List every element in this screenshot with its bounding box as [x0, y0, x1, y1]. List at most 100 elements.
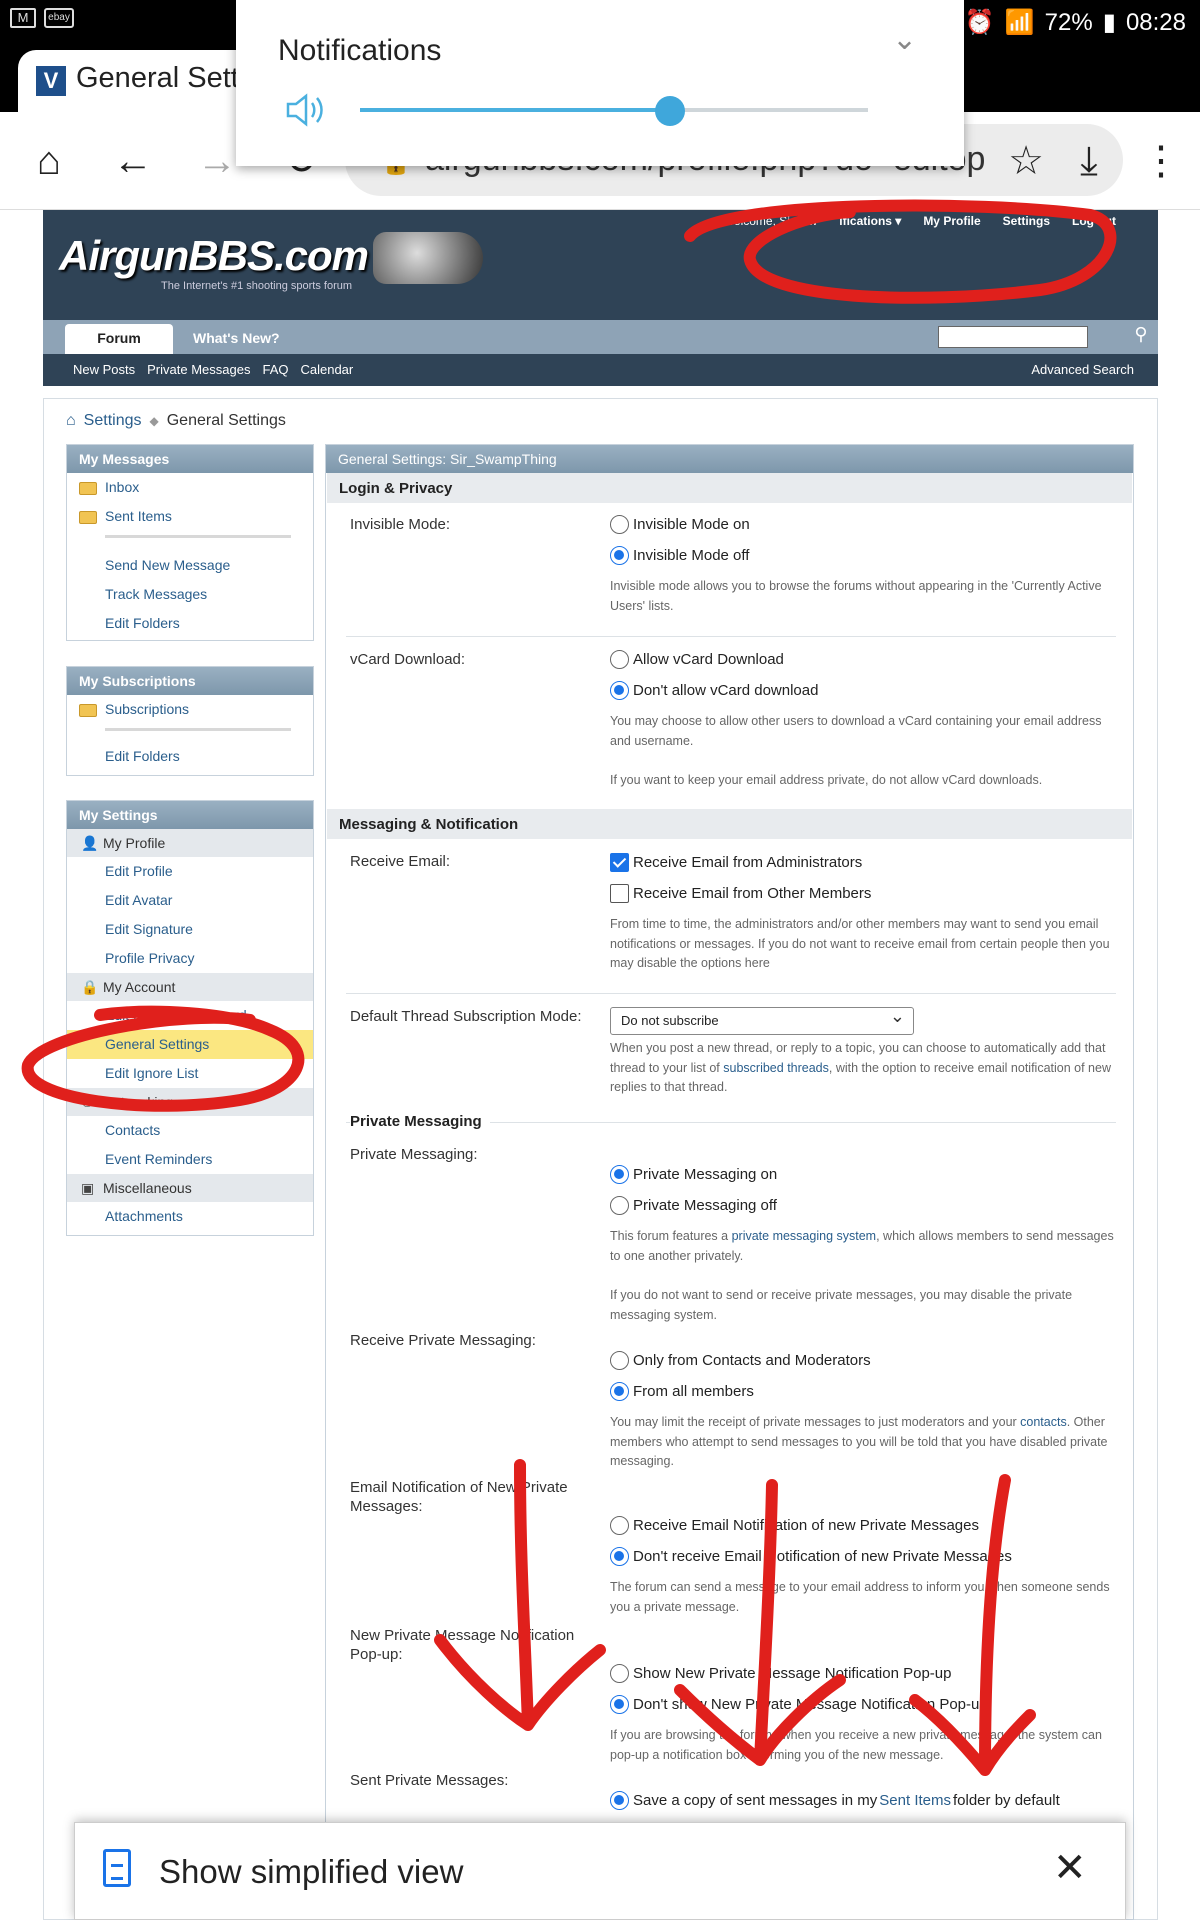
speaker-icon[interactable]: [284, 88, 328, 132]
divider: [67, 724, 313, 736]
save-sent-option[interactable]: Save a copy of sent messages in my Sent …: [610, 1791, 1060, 1810]
radio-icon[interactable]: [610, 1196, 629, 1215]
sidebar-item-profile-privacy[interactable]: Profile Privacy: [67, 944, 313, 973]
sidebar-item-edit-sub-folders[interactable]: Edit Folders: [67, 742, 313, 771]
radio-icon[interactable]: [610, 1547, 629, 1566]
pellet-logo-icon: [373, 232, 483, 284]
radio-icon[interactable]: [610, 546, 629, 565]
radio-icon[interactable]: [610, 1351, 629, 1370]
home-icon[interactable]: ⌂: [24, 136, 74, 186]
pm-off-option[interactable]: Private Messaging off: [610, 1196, 777, 1215]
breadcrumb-settings[interactable]: Settings: [84, 412, 142, 430]
sidebar-item-general-settings[interactable]: General Settings: [67, 1030, 313, 1059]
checkbox-icon[interactable]: [610, 884, 629, 903]
radio-icon[interactable]: [610, 515, 629, 534]
my-profile-link[interactable]: My Profile: [923, 214, 980, 228]
sidebar-item-edit-profile[interactable]: Edit Profile: [67, 857, 313, 886]
sidebar-item-ignore-list[interactable]: Edit Ignore List: [67, 1059, 313, 1088]
radio-icon[interactable]: [610, 1516, 629, 1535]
checkbox-icon[interactable]: [610, 853, 629, 872]
email-desc: From time to time, the administrators an…: [610, 917, 1110, 970]
faq-link[interactable]: FAQ: [262, 362, 288, 377]
tab-title: General Setti: [76, 62, 246, 94]
sidebar-item-edit-avatar[interactable]: Edit Avatar: [67, 886, 313, 915]
site-favicon-icon: V: [36, 66, 66, 96]
sidebar-item-event-reminders[interactable]: Event Reminders: [67, 1145, 313, 1174]
site-search-input[interactable]: [938, 326, 1088, 348]
volume-fill: [360, 108, 670, 112]
sidebar-item-sent[interactable]: Sent Items: [67, 502, 313, 531]
sidebar-subscriptions-title: My Subscriptions: [67, 667, 313, 695]
star-icon[interactable]: ☆: [996, 136, 1056, 186]
pm-system-link[interactable]: private messaging system: [732, 1229, 877, 1243]
vcard-deny-option[interactable]: Don't allow vCard download: [610, 681, 818, 700]
divider: [346, 993, 1116, 994]
sidebar-item-send-new[interactable]: Send New Message: [67, 551, 313, 580]
subscribed-threads-link[interactable]: subscribed threads: [723, 1061, 829, 1075]
volume-slider-thumb[interactable]: [654, 96, 685, 126]
vcard-allow-option[interactable]: Allow vCard Download: [610, 650, 784, 669]
popup-on-option[interactable]: Show New Private Message Notification Po…: [610, 1664, 952, 1683]
sidebar-item-edit-signature[interactable]: Edit Signature: [67, 915, 313, 944]
sidebar-item-attachments[interactable]: Attachments: [67, 1202, 313, 1231]
sidebar-item-contacts[interactable]: Contacts: [67, 1116, 313, 1145]
advanced-search-link[interactable]: Advanced Search: [1031, 362, 1134, 377]
site-logo[interactable]: AirgunBBS.com: [59, 232, 369, 280]
notifications-link[interactable]: ifications ▾: [839, 214, 901, 228]
radio-icon[interactable]: [610, 1695, 629, 1714]
private-messages-link[interactable]: Private Messages: [147, 362, 250, 377]
more-icon[interactable]: ⋮: [1136, 136, 1186, 186]
forward-icon[interactable]: →: [192, 136, 242, 186]
calendar-link[interactable]: Calendar: [300, 362, 353, 377]
tab-whats-new[interactable]: What's New?: [181, 324, 292, 354]
settings-link[interactable]: Settings: [1003, 214, 1050, 228]
sidebar-messages: My Messages Inbox Sent Items Send New Me…: [66, 444, 314, 641]
contacts-link[interactable]: contacts: [1020, 1415, 1067, 1429]
sidebar-item-email-password[interactable]: Edit Email & Password: [67, 1001, 313, 1030]
back-icon[interactable]: ←: [108, 136, 158, 186]
sidebar-item-edit-folders[interactable]: Edit Folders: [67, 609, 313, 638]
alarm-icon: ⏰: [964, 9, 995, 36]
pm-on-option[interactable]: Private Messaging on: [610, 1165, 777, 1184]
home-icon[interactable]: ⌂: [66, 412, 76, 430]
invisible-on-option[interactable]: Invisible Mode on: [610, 515, 750, 534]
chevron-down-icon[interactable]: ⌄: [892, 22, 917, 57]
radio-icon[interactable]: [610, 1165, 629, 1184]
welcome-text: Welcome, Sir_Sw: [722, 214, 818, 228]
popup-off-option[interactable]: Don't show New Private Message Notificat…: [610, 1695, 988, 1714]
recv-contacts-option[interactable]: Only from Contacts and Moderators: [610, 1351, 871, 1370]
new-posts-link[interactable]: New Posts: [73, 362, 135, 377]
tab-forum[interactable]: Forum: [65, 324, 173, 354]
close-icon[interactable]: ✕: [1053, 1845, 1087, 1891]
settings-panel: General Settings: Sir_SwampThing Login &…: [325, 444, 1134, 1920]
divider: [67, 531, 313, 543]
search-icon[interactable]: ⚲: [1128, 324, 1154, 350]
sidebar-item-track[interactable]: Track Messages: [67, 580, 313, 609]
email-members-option[interactable]: Receive Email from Other Members: [610, 884, 871, 903]
radio-icon[interactable]: [610, 650, 629, 669]
sent-items-link[interactable]: Sent Items: [879, 1792, 951, 1809]
invisible-off-option[interactable]: Invisible Mode off: [610, 546, 749, 565]
radio-icon[interactable]: [610, 1382, 629, 1401]
wifi-icon: 📶: [1004, 9, 1035, 36]
sidebar-item-inbox[interactable]: Inbox: [67, 473, 313, 502]
radio-icon[interactable]: [610, 681, 629, 700]
site-header: AirgunBBS.com The Internet's #1 shooting…: [43, 210, 1158, 320]
simplified-view-bar[interactable]: Show simplified view ✕: [74, 1822, 1126, 1920]
radio-icon[interactable]: [610, 1791, 629, 1810]
recv-all-option[interactable]: From all members: [610, 1382, 754, 1401]
sidebar-item-subscriptions[interactable]: Subscriptions: [67, 695, 313, 724]
download-icon[interactable]: ⤓: [1064, 136, 1114, 186]
receive-email-label: Receive Email:: [350, 853, 451, 870]
section-messaging: Messaging & Notification: [327, 809, 1132, 839]
popup-desc: If you are browsing the forums when you …: [610, 1728, 1102, 1762]
radio-icon[interactable]: [610, 1664, 629, 1683]
simplified-view-label[interactable]: Show simplified view: [159, 1853, 463, 1891]
email-pm-on-option[interactable]: Receive Email Notification of new Privat…: [610, 1516, 979, 1535]
email-admins-option[interactable]: Receive Email from Administrators: [610, 853, 862, 872]
email-pm-off-option[interactable]: Don't receive Email Notification of new …: [610, 1547, 1012, 1566]
logout-link[interactable]: Log out: [1072, 214, 1116, 228]
receive-pm-label: Receive Private Messaging:: [350, 1332, 536, 1349]
network-icon: ⚇: [81, 1094, 94, 1110]
subscription-mode-select[interactable]: Do not subscribe: [610, 1006, 914, 1035]
